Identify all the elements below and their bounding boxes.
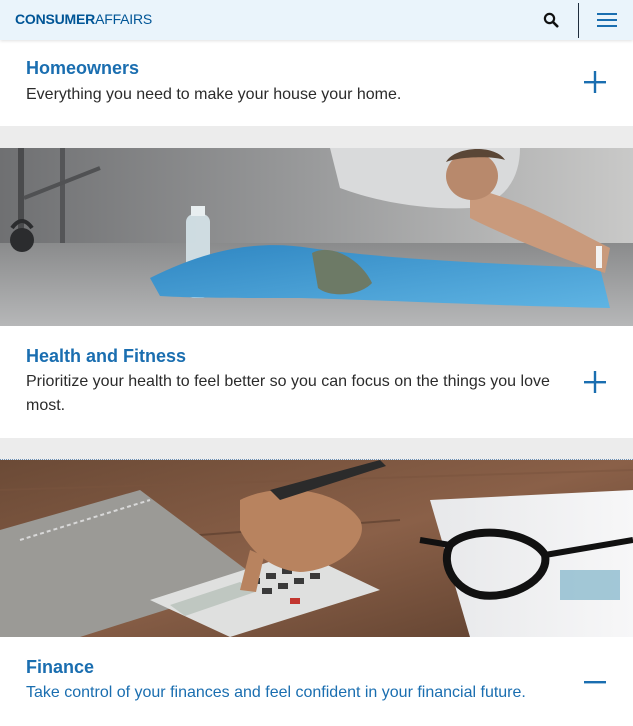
woman-stretching-photo: [0, 148, 633, 326]
section-description: Everything you need to make your house y…: [26, 86, 402, 103]
header-divider: [578, 3, 579, 38]
site-header: CONSUMERAFFAIRS: [0, 0, 633, 40]
section-finance[interactable]: Finance Take control of your finances an…: [0, 637, 633, 726]
plus-icon[interactable]: [583, 370, 607, 394]
logo-bold-text: CONSUMER: [15, 11, 96, 27]
section-health-and-fitness[interactable]: Health and Fitness Prioritize your healt…: [0, 326, 633, 438]
section-title[interactable]: Health and Fitness: [26, 346, 186, 367]
logo-light-text: AFFAIRS: [95, 11, 153, 27]
calculator-and-glasses-photo: [0, 460, 633, 637]
menu-button[interactable]: [592, 0, 622, 40]
section-homeowners[interactable]: Homeowners Everything you need to make y…: [0, 40, 633, 126]
search-icon: [543, 12, 559, 28]
section-description: Prioritize your health to feel better so…: [26, 373, 550, 414]
section-separator: [0, 438, 633, 460]
section-title[interactable]: Homeowners: [26, 58, 139, 79]
section-title[interactable]: Finance: [26, 657, 94, 678]
section-separator: [0, 126, 633, 148]
search-button[interactable]: [536, 0, 566, 40]
consumer-affairs-logo[interactable]: CONSUMERAFFAIRS: [15, 11, 152, 27]
minus-icon[interactable]: [583, 670, 607, 694]
hamburger-menu-icon: [597, 13, 617, 27]
section-description: Take control of your finances and feel c…: [26, 684, 526, 701]
plus-icon[interactable]: [583, 70, 607, 94]
